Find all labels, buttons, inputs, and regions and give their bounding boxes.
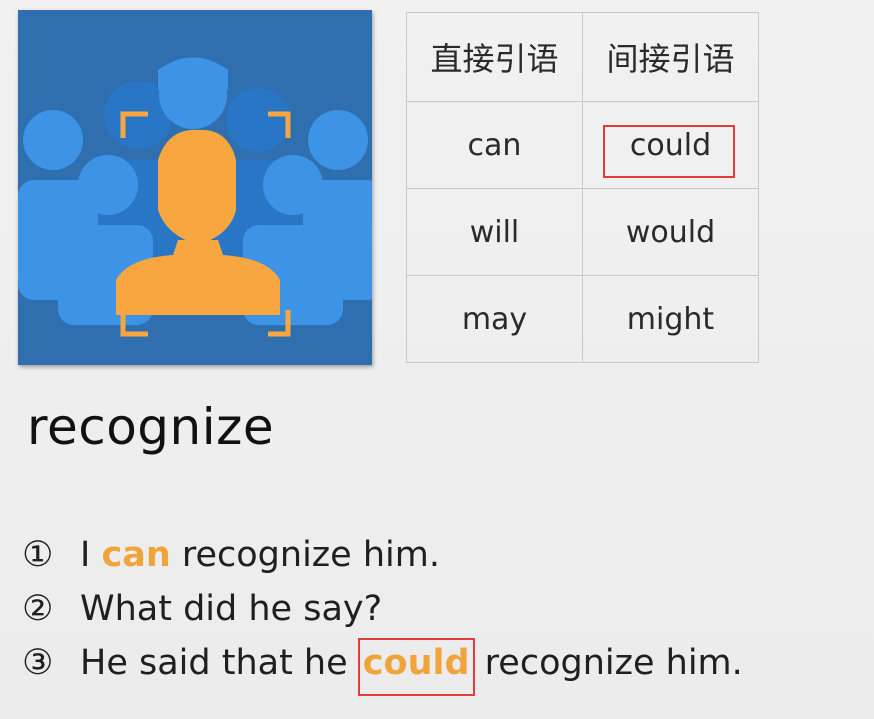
face-recognition-crowd-icon [18, 10, 372, 365]
sentence-text-after: recognize him. [473, 643, 743, 683]
header-indirect-speech: 间接引语 [582, 12, 759, 102]
face-recognition-illustration [18, 10, 372, 365]
highlighted-verb: can [101, 535, 171, 575]
sentence-2: ② What did he say? [22, 582, 743, 636]
indirect-cell-text: could [629, 127, 712, 163]
direct-cell: can [406, 101, 583, 189]
sentence-text: What did he say? [80, 589, 383, 629]
highlighted-verb-boxed: could [357, 636, 475, 696]
direct-cell: may [406, 275, 583, 363]
header-direct-speech: 直接引语 [406, 12, 583, 102]
sentence-text-before: He said that he [80, 643, 359, 683]
sentence-3: ③ He said that he could recognize him. [22, 636, 743, 696]
table-row: will would [406, 188, 759, 276]
sentence-text-before: I [80, 535, 102, 575]
sentence-text-after: recognize him. [170, 535, 440, 575]
indirect-cell: could [582, 101, 759, 189]
indirect-cell: might [582, 275, 759, 363]
sentence-1: ①I can recognize him. [22, 528, 743, 582]
speech-verb-table: 直接引语 间接引语 can could will would may might [406, 12, 759, 363]
sentence-number: ③ [22, 643, 54, 683]
sentence-number: ① [22, 535, 54, 575]
indirect-cell: would [582, 188, 759, 276]
sentence-number: ② [22, 589, 54, 629]
vocabulary-word: recognize [27, 398, 275, 456]
direct-cell: will [406, 188, 583, 276]
table-row: can could [406, 101, 759, 189]
table-row: may might [406, 275, 759, 363]
example-sentences: ①I can recognize him. ② What did he say? … [22, 528, 743, 696]
